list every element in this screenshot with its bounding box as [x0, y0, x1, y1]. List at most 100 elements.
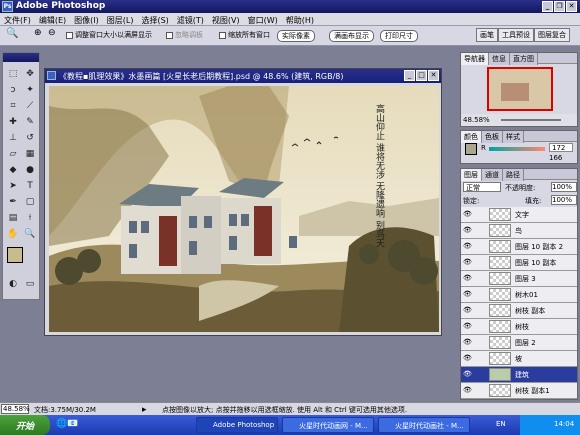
- layer-row[interactable]: 👁 树木01: [461, 287, 577, 303]
- healing-brush-icon[interactable]: ✚: [5, 115, 21, 129]
- zoom-in-icon[interactable]: ⊕: [34, 28, 42, 38]
- tab-styles[interactable]: 样式: [503, 131, 524, 143]
- doc-minimize-icon[interactable]: _: [404, 70, 415, 81]
- status-arrow-icon[interactable]: ▸: [142, 405, 147, 415]
- menu-select[interactable]: 选择(S): [137, 13, 172, 26]
- opacity-field[interactable]: 100%: [551, 182, 577, 192]
- layer-row[interactable]: 👁 树枝: [461, 319, 577, 335]
- zoom-tool-box-icon[interactable]: 🔍: [22, 227, 38, 241]
- eye-icon[interactable]: 👁: [463, 258, 473, 268]
- language-indicator[interactable]: EN: [496, 420, 506, 428]
- tab-info[interactable]: 信息: [489, 53, 510, 65]
- gradient-tool-icon[interactable]: ▦: [22, 147, 38, 161]
- eyedropper-icon[interactable]: ⟊: [22, 211, 38, 225]
- eye-icon[interactable]: 👁: [463, 210, 473, 220]
- menu-window[interactable]: 窗口(W): [244, 13, 282, 26]
- layer-row[interactable]: 👁 坡: [461, 351, 577, 367]
- dodge-tool-icon[interactable]: ●: [22, 163, 38, 177]
- layer-row[interactable]: 👁 图层 10 副本: [461, 255, 577, 271]
- tab-histogram[interactable]: 直方图: [510, 53, 538, 65]
- hand-tool-icon[interactable]: ✋: [5, 227, 21, 241]
- lasso-tool-icon[interactable]: ↄ: [5, 83, 21, 97]
- shape-tool-icon[interactable]: ▢: [22, 195, 38, 209]
- status-zoom-field[interactable]: 48.58%: [1, 404, 30, 414]
- tab-channels[interactable]: 通道: [482, 169, 503, 181]
- menu-help[interactable]: 帮助(H): [282, 13, 318, 26]
- eye-icon[interactable]: 👁: [463, 386, 473, 396]
- zoom-tool-icon[interactable]: 🔍: [6, 28, 18, 39]
- blend-mode-select[interactable]: 正常: [463, 182, 501, 192]
- history-brush-icon[interactable]: ↺: [22, 131, 38, 145]
- navigator-zoom-value[interactable]: 48.58%: [463, 116, 490, 124]
- layer-row[interactable]: 👁 树枝 副本: [461, 303, 577, 319]
- eraser-tool-icon[interactable]: ▱: [5, 147, 21, 161]
- brush-tool-icon[interactable]: ✎: [22, 115, 38, 129]
- menu-view[interactable]: 视图(V): [208, 13, 244, 26]
- tab-navigator[interactable]: 导航器: [461, 53, 489, 65]
- menu-image[interactable]: 图像(I): [70, 13, 103, 26]
- tab-swatches[interactable]: 色板: [482, 131, 503, 143]
- minimize-icon[interactable]: _: [542, 1, 553, 12]
- layer-row-selected[interactable]: 👁 建筑: [461, 367, 577, 383]
- layer-row[interactable]: 👁 树枝 副本1: [461, 383, 577, 399]
- resize-window-checkbox[interactable]: 调整窗口大小以满屏显示: [66, 30, 152, 40]
- doc-size-info[interactable]: 文档:3.75M/30.2M: [34, 405, 96, 415]
- layer-row[interactable]: 👁 图层 2: [461, 335, 577, 351]
- marquee-tool-icon[interactable]: ⬚: [5, 67, 21, 81]
- eye-icon[interactable]: 👁: [463, 370, 473, 380]
- tab-brushes[interactable]: 画笔: [476, 28, 498, 42]
- fill-field[interactable]: 100%: [551, 195, 577, 205]
- eye-icon[interactable]: 👁: [463, 274, 473, 284]
- slice-tool-icon[interactable]: ⟋: [22, 99, 38, 113]
- print-size-button[interactable]: 打印尺寸: [380, 30, 418, 42]
- notes-tool-icon[interactable]: ▤: [5, 211, 21, 225]
- pen-tool-icon[interactable]: ✒: [5, 195, 21, 209]
- menu-file[interactable]: 文件(F): [0, 13, 35, 26]
- image-canvas[interactable]: 高山仰止 谁将无涉 无隆遗响 别鸟天: [49, 86, 439, 332]
- actual-pixels-button[interactable]: 实际像素: [277, 30, 315, 42]
- type-tool-icon[interactable]: T: [22, 179, 38, 193]
- navigator-thumbnail[interactable]: [487, 67, 553, 111]
- move-tool-icon[interactable]: ✥: [22, 67, 38, 81]
- layer-row[interactable]: 👁 图层 3: [461, 271, 577, 287]
- screen-mode-icon[interactable]: ▭: [22, 277, 38, 291]
- zoom-out-icon[interactable]: ⊖: [48, 28, 56, 38]
- menu-layer[interactable]: 图层(L): [103, 13, 138, 26]
- eye-icon[interactable]: 👁: [463, 306, 473, 316]
- task-browser-1[interactable]: 火星时代动画网 - M...: [282, 417, 374, 433]
- restore-icon[interactable]: ❐: [554, 1, 565, 12]
- blur-tool-icon[interactable]: ◆: [5, 163, 21, 177]
- eye-icon[interactable]: 👁: [463, 242, 473, 252]
- magic-wand-tool-icon[interactable]: ✦: [22, 83, 38, 97]
- path-select-icon[interactable]: ➤: [5, 179, 21, 193]
- doc-maximize-icon[interactable]: □: [416, 70, 427, 81]
- menu-filter[interactable]: 滤镜(T): [173, 13, 208, 26]
- layer-row[interactable]: 👁 图层 10 副本 2: [461, 239, 577, 255]
- close-icon[interactable]: ✕: [566, 1, 577, 12]
- eye-icon[interactable]: 👁: [463, 354, 473, 364]
- tab-paths[interactable]: 路径: [503, 169, 524, 181]
- task-browser-2[interactable]: 火星时代动画社 - M...: [378, 417, 470, 433]
- layer-row[interactable]: 👁 鸟: [461, 223, 577, 239]
- foreground-color-swatch[interactable]: [7, 247, 23, 263]
- task-photoshop[interactable]: Adobe Photoshop: [196, 417, 278, 433]
- layer-row[interactable]: 👁 文字: [461, 207, 577, 223]
- g-value-field[interactable]: 166: [549, 154, 562, 162]
- navigator-zoom-slider[interactable]: [501, 119, 561, 121]
- document-titlebar[interactable]: 《教程▪肌理效果》水墨画篇 [火星长老后期教程].psd @ 48.6% (建筑…: [45, 69, 441, 83]
- quick-launch-icons[interactable]: 🌐📧: [56, 419, 78, 429]
- tab-layer-comps[interactable]: 图层复合: [534, 28, 570, 42]
- quick-mask-icon[interactable]: ◐: [5, 277, 21, 291]
- start-button[interactable]: 开始: [0, 415, 50, 435]
- clone-stamp-icon[interactable]: ⊥: [5, 131, 21, 145]
- eye-icon[interactable]: 👁: [463, 322, 473, 332]
- r-value-field[interactable]: 172: [549, 143, 573, 152]
- color-swatch[interactable]: [465, 143, 477, 155]
- tab-layers[interactable]: 图层: [461, 169, 482, 181]
- eye-icon[interactable]: 👁: [463, 226, 473, 236]
- tab-tool-presets[interactable]: 工具预设: [498, 28, 534, 42]
- fit-screen-button[interactable]: 满画布显示: [329, 30, 374, 42]
- tab-color[interactable]: 颜色: [461, 131, 482, 143]
- menu-edit[interactable]: 编辑(E): [35, 13, 70, 26]
- zoom-all-checkbox[interactable]: 缩放所有窗口: [219, 30, 270, 40]
